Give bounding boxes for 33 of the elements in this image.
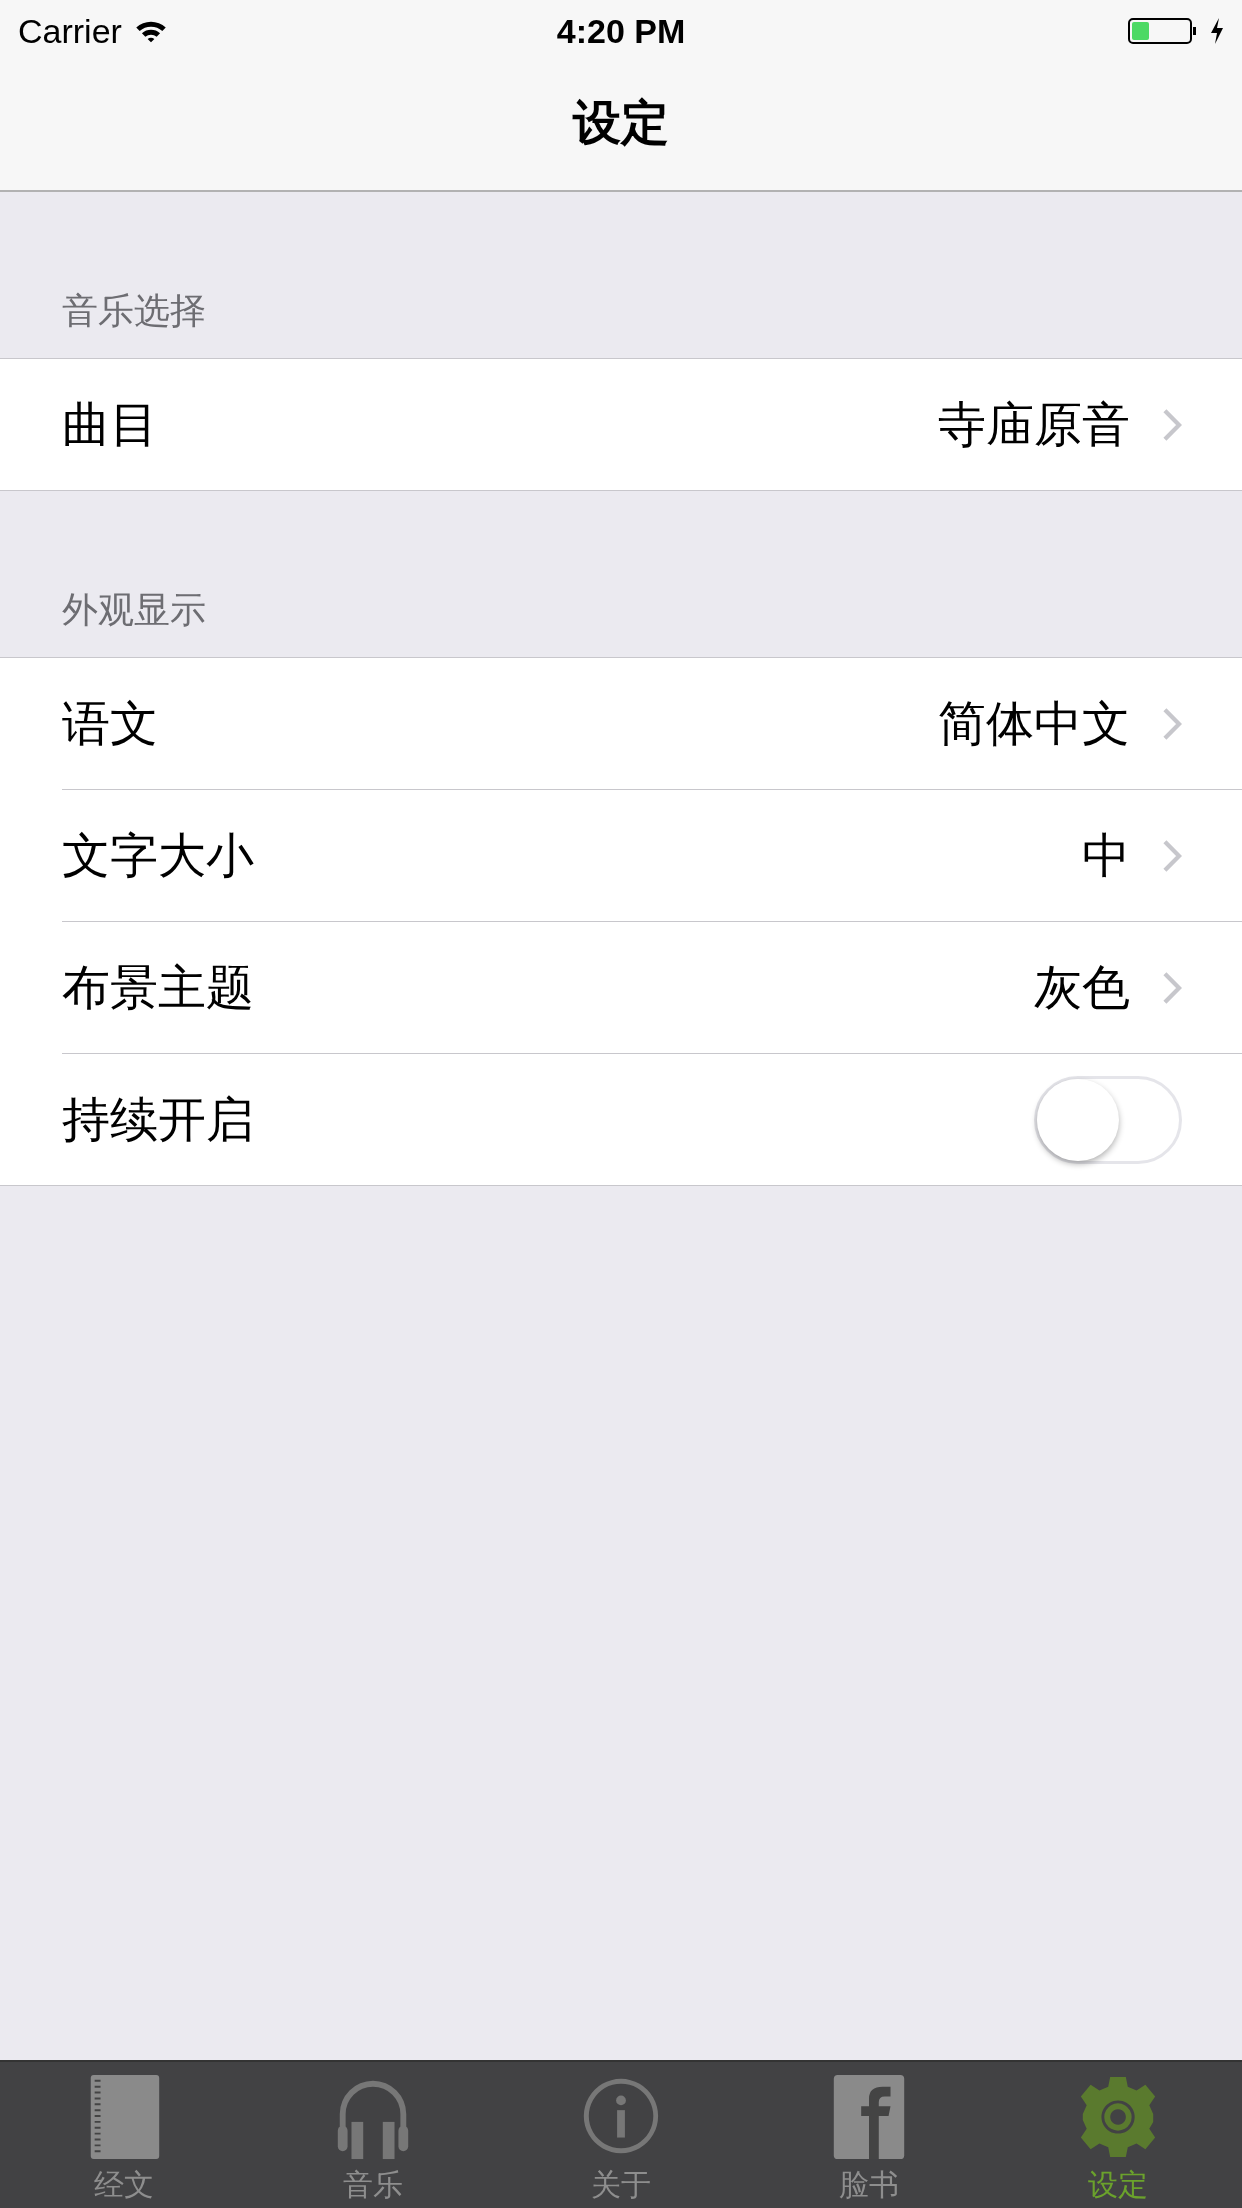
section-header: 外观显示 [62,588,206,632]
settings-row[interactable]: 布景主题 灰色 [62,922,1242,1054]
row-label: 布景主题 [62,957,255,1017]
settings-row[interactable]: 文字大小 中 [62,790,1242,922]
tab-item[interactable]: 经文 [0,2062,249,2208]
time-label: 4:20 PM [556,11,686,51]
row-label: 语文 [62,693,159,753]
row-value: 中 [1082,825,1130,885]
tab-label: 经文 [94,2166,155,2204]
row-label: 文字大小 [62,825,255,885]
tab-item[interactable]: 设定 [993,2062,1242,2208]
tab-item[interactable]: 脸书 [745,2062,994,2208]
chevron-icon [1162,970,1182,1005]
row-value: 简体中文 [938,693,1130,753]
tab-label: 音乐 [342,2166,403,2204]
chevron-icon [1162,838,1182,873]
tab-label: 脸书 [839,2166,900,2204]
carrier-label: Carrier [18,11,122,51]
tab-label: 关于 [591,2166,651,2204]
row-label: 持续开启 [62,1089,255,1149]
row-label: 曲目 [62,394,159,454]
tab-label: 设定 [1087,2166,1148,2204]
section-header: 音乐选择 [62,289,206,333]
chevron-icon [1162,407,1182,442]
battery-icon [1128,17,1198,45]
tab-item[interactable]: 关于 [496,2062,746,2208]
row-value: 寺庙原音 [938,394,1130,454]
settings-row[interactable]: 语文 简体中文 [62,658,1242,790]
tab-item[interactable]: 音乐 [248,2062,497,2208]
chevron-icon [1162,706,1182,741]
row-value: 灰色 [1034,957,1130,1017]
charging-icon [1210,17,1224,45]
nav-title: 设定 [573,93,669,152]
